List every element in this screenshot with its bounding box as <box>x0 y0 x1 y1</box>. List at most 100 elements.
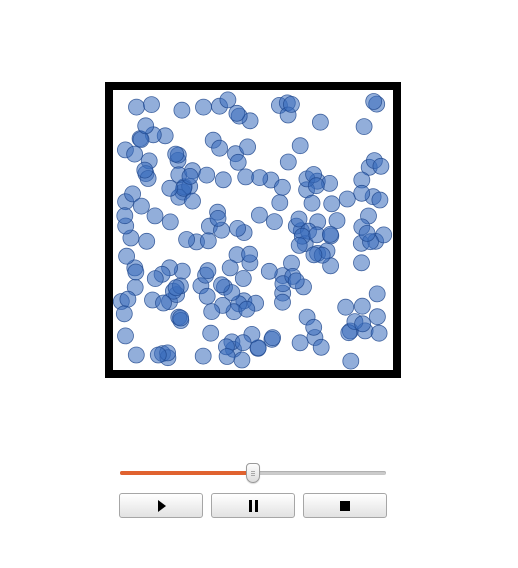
particle <box>337 298 355 316</box>
particle <box>371 191 389 209</box>
particle <box>117 327 134 345</box>
particle <box>137 117 155 135</box>
particle <box>279 153 297 171</box>
particle <box>184 192 201 210</box>
particle <box>194 347 212 365</box>
particle <box>353 297 371 315</box>
particle <box>116 207 134 225</box>
particle <box>238 300 256 318</box>
particle <box>305 246 323 264</box>
particle <box>199 232 217 250</box>
particle <box>178 231 195 248</box>
particle <box>229 153 247 171</box>
particle <box>218 348 236 365</box>
particle <box>290 236 308 254</box>
particle <box>173 101 191 119</box>
particle <box>291 137 309 155</box>
particle <box>198 166 216 184</box>
particle <box>127 263 145 281</box>
particle <box>219 91 237 109</box>
particle <box>128 98 145 116</box>
particle <box>291 334 309 352</box>
particle <box>126 145 144 163</box>
particle <box>305 318 323 336</box>
play-icon <box>158 499 166 512</box>
particle <box>149 346 167 364</box>
stop-button[interactable] <box>303 493 387 518</box>
particle <box>265 213 283 231</box>
particle <box>119 290 137 308</box>
particle <box>203 303 221 321</box>
particle <box>127 346 145 364</box>
particle <box>287 272 305 290</box>
particle <box>136 161 154 179</box>
particle <box>311 113 329 131</box>
particle <box>211 139 228 157</box>
particle <box>251 169 269 186</box>
slider-thumb[interactable] <box>246 463 260 483</box>
particle <box>368 308 386 326</box>
particle <box>338 190 356 208</box>
particle <box>167 145 185 163</box>
particle <box>274 293 291 311</box>
particle <box>233 351 251 369</box>
particle <box>355 118 373 135</box>
particle <box>167 279 185 297</box>
particle <box>264 329 282 347</box>
particle <box>155 294 172 312</box>
particle <box>132 197 150 215</box>
particle <box>198 287 216 305</box>
particle <box>353 184 371 202</box>
particle <box>213 276 230 294</box>
particle <box>342 352 360 370</box>
particle <box>303 194 321 212</box>
particle <box>321 225 339 243</box>
particle <box>312 338 330 356</box>
particle <box>234 334 252 352</box>
particle <box>273 178 291 196</box>
particle <box>138 232 156 250</box>
particle <box>370 324 388 342</box>
particle <box>161 213 179 231</box>
particle <box>202 324 220 342</box>
particle <box>250 206 268 224</box>
particle <box>214 171 232 189</box>
particle <box>239 138 257 156</box>
particle <box>115 305 133 323</box>
pause-icon <box>248 499 258 512</box>
particle <box>307 177 325 195</box>
particle <box>241 245 259 263</box>
particle <box>353 254 370 272</box>
particle <box>365 93 383 110</box>
particle <box>228 104 246 122</box>
particle <box>282 95 300 113</box>
particle <box>118 247 136 265</box>
particle <box>354 315 372 333</box>
particle <box>146 270 164 288</box>
particle <box>172 309 189 327</box>
particle <box>234 270 252 287</box>
particle <box>195 98 212 116</box>
particle <box>260 262 278 280</box>
particle <box>323 195 341 213</box>
particle-canvas <box>113 91 393 370</box>
particle <box>181 168 199 185</box>
particle <box>237 168 255 186</box>
particle <box>372 157 390 175</box>
particle <box>161 179 179 197</box>
particle <box>229 219 246 237</box>
playback-controls <box>119 493 387 518</box>
pause-button[interactable] <box>211 493 295 518</box>
particle <box>221 259 239 277</box>
particle <box>143 96 160 114</box>
play-button[interactable] <box>119 493 203 518</box>
particle <box>271 194 289 212</box>
particle <box>358 224 376 242</box>
stop-icon <box>340 500 350 511</box>
particle <box>209 209 227 227</box>
speed-slider[interactable] <box>120 462 386 484</box>
particle <box>368 285 386 303</box>
simulation-box <box>105 82 401 378</box>
slider-fill <box>120 471 253 475</box>
particle <box>199 262 217 280</box>
